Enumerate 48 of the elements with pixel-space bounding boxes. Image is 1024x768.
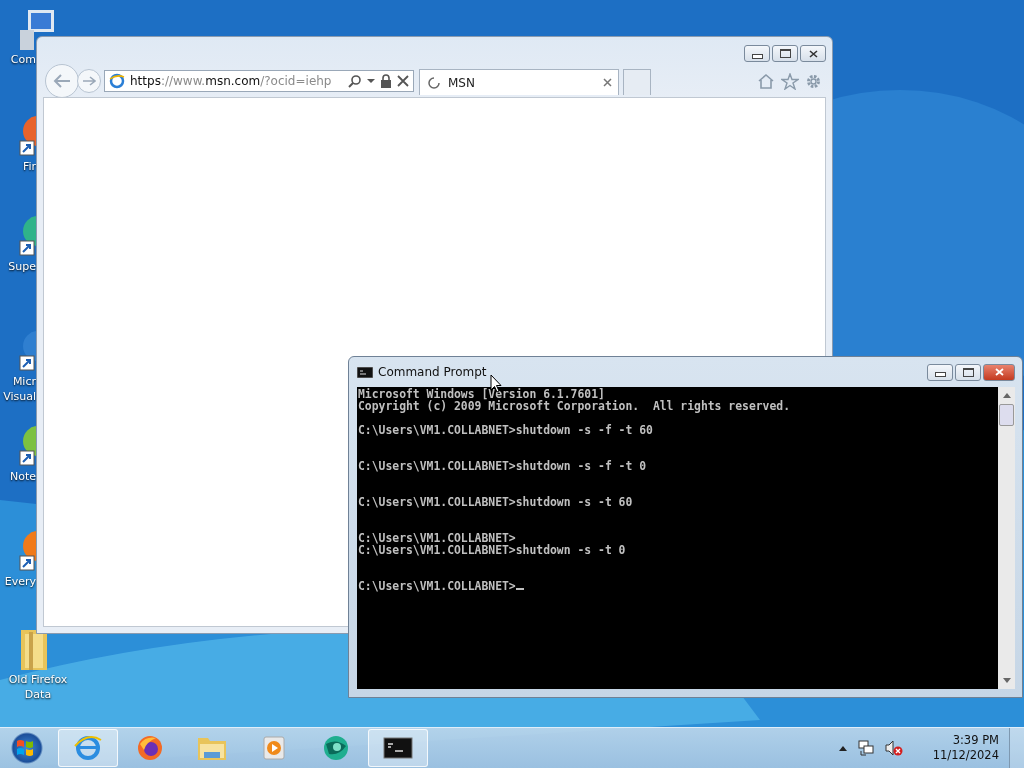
- icon-label: Micr Visual: [3, 374, 36, 404]
- maximize-button[interactable]: [772, 45, 798, 62]
- url-text: https://www.msn.com/?ocid=iehp: [130, 74, 333, 88]
- clock-date: 11/12/2024: [932, 748, 999, 763]
- icon-label: Every: [4, 574, 36, 589]
- close-button[interactable]: [800, 45, 826, 62]
- show-hidden-icons-icon[interactable]: [838, 745, 847, 751]
- console-icon: [383, 737, 413, 759]
- window-title: Command Prompt: [378, 365, 488, 379]
- address-bar[interactable]: https://www.msn.com/?ocid=iehp: [104, 70, 414, 92]
- close-tab-icon[interactable]: [603, 78, 612, 87]
- browser-tab[interactable]: MSN: [419, 69, 619, 95]
- minimize-button[interactable]: [927, 363, 953, 381]
- forward-arrow-icon: [82, 76, 96, 86]
- icon-label: Note: [9, 469, 36, 484]
- dropdown-caret-icon[interactable]: [367, 78, 375, 84]
- firefox-logo-icon: [136, 734, 164, 762]
- network-icon[interactable]: [856, 740, 875, 756]
- close-icon: [994, 368, 1004, 376]
- star-icon[interactable]: [781, 72, 799, 90]
- icon-label: Supe: [8, 259, 36, 274]
- globe-logo-icon: [321, 734, 351, 762]
- console-icon: [357, 366, 373, 378]
- clock-time: 3:39 PM: [952, 733, 999, 748]
- taskbar-button[interactable]: [368, 729, 428, 767]
- scroll-up-icon[interactable]: [1002, 393, 1011, 398]
- media-player-icon: [261, 734, 287, 762]
- loading-icon: [428, 76, 440, 89]
- browser-logo-icon: [73, 734, 103, 762]
- back-arrow-icon: [53, 74, 71, 88]
- lock-icon[interactable]: [380, 74, 392, 88]
- icon-label: Com: [10, 52, 36, 67]
- minimize-button[interactable]: [744, 45, 770, 62]
- text-cursor: [515, 588, 524, 590]
- icon-label: Old Firefox Data: [8, 672, 68, 702]
- muted-speaker-icon[interactable]: [884, 740, 903, 756]
- stop-icon[interactable]: [397, 75, 409, 87]
- clock[interactable]: 3:39 PM 11/12/2024: [932, 733, 999, 763]
- maximize-button[interactable]: [955, 363, 981, 381]
- browser-logo-icon: [109, 73, 125, 89]
- scroll-thumb[interactable]: [999, 404, 1014, 426]
- search-icon[interactable]: [348, 74, 362, 88]
- scroll-down-icon[interactable]: [1002, 678, 1011, 683]
- close-icon: [808, 49, 818, 58]
- console-output: Microsoft Windows [Version 6.1.7601] Copyright (c) 2009 Microsoft Corporation. All rights reserved. C:\Users\VM1.COLLABNET>shutdown -s -f -t 60 C:\Users\VM1.COLLABNET>shutdown -s -f -t 0 C:\Users\VM1.COLLABNET>shutdown -s -t 60 C:\Users\VM1.COLLABNET> C:\Users\VM1.COLLABNET>shutdown -s -t 0 C:\Users\VM1.COLLABNET>: [357, 387, 792, 595]
- icon-label: Fir: [22, 159, 36, 174]
- scrollbar[interactable]: [998, 387, 1015, 689]
- close-button[interactable]: [983, 363, 1015, 381]
